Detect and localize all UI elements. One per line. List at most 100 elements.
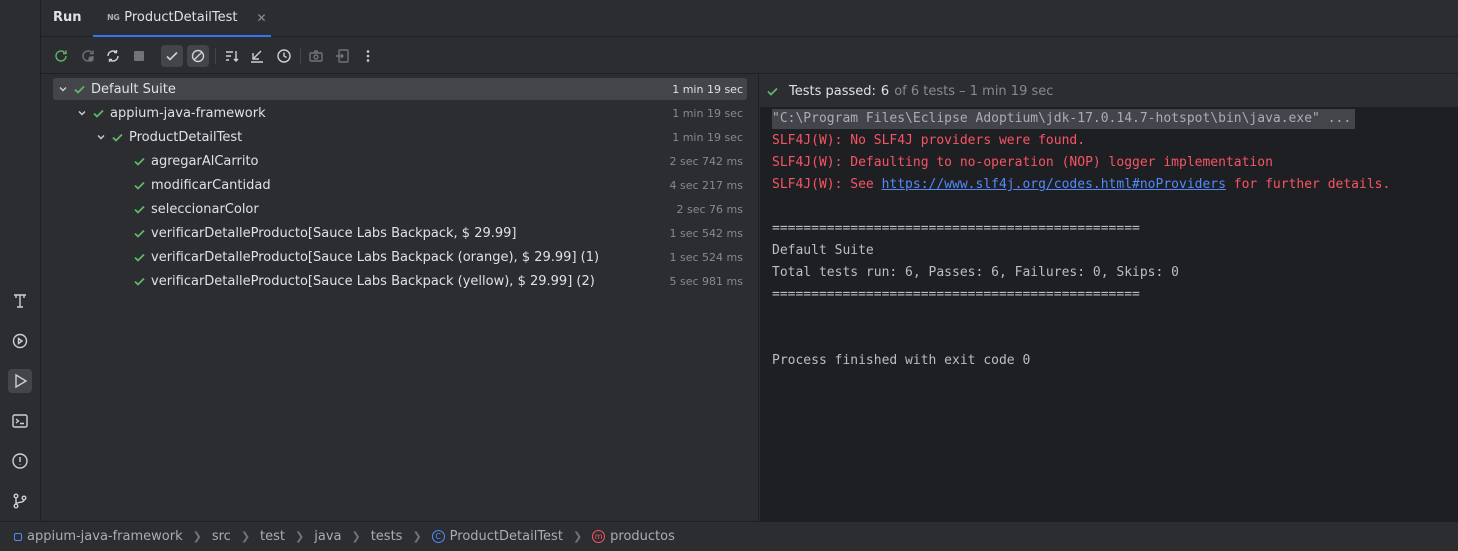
breadcrumb-item[interactable]: src: [212, 529, 231, 544]
chevron-right-icon: ❯: [192, 530, 202, 543]
tab-product-detail-test[interactable]: NG ProductDetailTest ✕: [93, 0, 271, 37]
history-icon[interactable]: [273, 45, 295, 67]
tab-label: ProductDetailTest: [124, 10, 238, 25]
show-passed-icon[interactable]: [161, 45, 183, 67]
breadcrumb-item[interactable]: C ProductDetailTest: [431, 529, 563, 544]
tree-row-test-method[interactable]: agregarAlCarrito 2 sec 742 ms: [53, 150, 747, 172]
collapse-icon[interactable]: [246, 45, 268, 67]
tree-row-label: verificarDetalleProducto[Sauce Labs Back…: [151, 249, 600, 265]
check-icon: [131, 201, 147, 217]
check-icon: [764, 83, 780, 99]
run-panel-title: Run: [53, 10, 82, 25]
breadcrumb-label: java: [314, 529, 342, 544]
tests-summary-detail: of 6 tests – 1 min 19 sec: [894, 83, 1054, 99]
chevron-right-icon: ❯: [240, 530, 251, 543]
method-icon: m: [592, 530, 606, 543]
run-toolbar: [41, 38, 1458, 74]
tree-row-time: 1 sec 524 ms: [669, 250, 743, 264]
class-icon: C: [431, 530, 445, 543]
tree-row-default-suite[interactable]: Default Suite 1 min 19 sec: [53, 78, 747, 100]
check-icon: [90, 105, 106, 121]
screenshot-icon[interactable]: [305, 45, 327, 67]
chevron-right-icon: ❯: [295, 530, 305, 543]
chevron-down-icon[interactable]: [74, 105, 90, 121]
tree-row-test-method[interactable]: seleccionarColor 2 sec 76 ms: [53, 198, 747, 220]
tree-row-time: 1 min 19 sec: [672, 130, 743, 144]
console-text: SLF4J(W): See: [772, 177, 882, 192]
console-line: Total tests run: 6, Passes: 6, Failures:…: [772, 265, 1179, 280]
test-results-tree: Default Suite 1 min 19 sec appium-java-f…: [41, 75, 759, 521]
tree-row-time: 5 sec 981 ms: [669, 274, 743, 288]
left-tool-strip: [0, 0, 41, 521]
chevron-right-icon: ❯: [412, 530, 422, 543]
stop-icon[interactable]: [128, 45, 150, 67]
tree-row-label: seleccionarColor: [151, 201, 259, 217]
build-tool-icon[interactable]: [8, 289, 32, 313]
close-icon[interactable]: ✕: [257, 11, 267, 25]
tree-row-test-method[interactable]: verificarDetalleProducto[Sauce Labs Back…: [53, 222, 747, 244]
rerun-icon[interactable]: [50, 45, 72, 67]
console-line: Process finished with exit code 0: [772, 353, 1031, 368]
show-ignored-icon[interactable]: [187, 45, 209, 67]
tree-row-label: verificarDetalleProducto[Sauce Labs Back…: [151, 273, 595, 289]
tree-row-label: verificarDetalleProducto[Sauce Labs Back…: [151, 225, 517, 241]
tree-row-product-detail-test[interactable]: ProductDetailTest 1 min 19 sec: [53, 126, 747, 148]
toggle-auto-test-icon[interactable]: [102, 45, 124, 67]
breadcrumb-label: test: [260, 529, 286, 544]
tree-row-test-method[interactable]: verificarDetalleProducto[Sauce Labs Back…: [53, 246, 747, 268]
console-line-error: SLF4J(W): No SLF4J providers were found.: [772, 133, 1086, 148]
console-line-error: SLF4J(W): Defaulting to no-operation (NO…: [772, 155, 1273, 170]
sort-alpha-icon[interactable]: [221, 45, 243, 67]
console-line-error: SLF4J(W): See https://www.slf4j.org/code…: [772, 175, 1390, 195]
console-line: ========================================…: [772, 287, 1140, 302]
tree-row-time: 4 sec 217 ms: [669, 178, 743, 192]
check-icon: [109, 129, 125, 145]
run-icon[interactable]: [8, 369, 32, 393]
breadcrumb-label: ProductDetailTest: [449, 529, 563, 544]
rerun-failed-icon[interactable]: [77, 45, 99, 67]
check-icon: [131, 249, 147, 265]
tests-passed-count: 6: [880, 83, 890, 99]
toolbar-divider: [300, 48, 301, 64]
breadcrumb-label: src: [211, 529, 231, 544]
console-line: Default Suite: [772, 243, 874, 258]
breadcrumb-item[interactable]: test: [260, 529, 285, 544]
breadcrumb-label: productos: [610, 529, 675, 544]
check-icon: [71, 81, 87, 97]
chevron-down-icon[interactable]: [93, 129, 109, 145]
tree-row-label: Default Suite: [91, 81, 176, 97]
export-icon[interactable]: [332, 45, 354, 67]
more-icon[interactable]: [357, 45, 379, 67]
breadcrumb-item[interactable]: m productos: [592, 529, 675, 544]
tests-passed-label: Tests passed:: [789, 83, 876, 99]
check-icon: [131, 177, 147, 193]
breadcrumb-item[interactable]: java: [314, 529, 341, 544]
ide-window: Run NG ProductDetailTest ✕ Default Suite…: [0, 0, 1458, 551]
tree-row-appium-java-framework[interactable]: appium-java-framework 1 min 19 sec: [53, 102, 747, 124]
services-icon[interactable]: [8, 329, 32, 353]
console-line-command[interactable]: "C:\Program Files\Eclipse Adoptium\jdk-1…: [772, 109, 1356, 129]
tree-row-label: agregarAlCarrito: [151, 153, 259, 169]
check-icon: [131, 225, 147, 241]
slf4j-link[interactable]: https://www.slf4j.org/codes.html#noProvi…: [882, 177, 1226, 192]
test-summary-bar: Tests passed: 6 of 6 tests – 1 min 19 se…: [760, 75, 1458, 108]
console-output[interactable]: "C:\Program Files\Eclipse Adoptium\jdk-1…: [760, 108, 1458, 521]
breadcrumb-item[interactable]: tests: [371, 529, 403, 544]
breadcrumb: appium-java-framework ❯ src ❯ test ❯ jav…: [0, 521, 1458, 551]
breadcrumb-item[interactable]: appium-java-framework: [14, 529, 183, 544]
chevron-right-icon: ❯: [572, 530, 583, 543]
chevron-down-icon[interactable]: [55, 81, 71, 97]
console-text: for further details.: [1225, 177, 1391, 192]
terminal-icon[interactable]: [8, 409, 32, 433]
breadcrumb-label: appium-java-framework: [27, 529, 183, 544]
tree-row-test-method[interactable]: modificarCantidad 4 sec 217 ms: [53, 174, 747, 196]
git-icon[interactable]: [8, 489, 32, 513]
tree-row-time: 1 min 19 sec: [672, 82, 743, 96]
tree-row-time: 1 min 19 sec: [672, 106, 743, 120]
tree-row-test-method[interactable]: verificarDetalleProducto[Sauce Labs Back…: [53, 270, 747, 292]
problems-icon[interactable]: [8, 449, 32, 473]
tree-row-time: 2 sec 742 ms: [669, 154, 743, 168]
chevron-right-icon: ❯: [351, 530, 361, 543]
breadcrumb-label: tests: [370, 529, 403, 544]
tree-row-time: 2 sec 76 ms: [676, 202, 743, 216]
